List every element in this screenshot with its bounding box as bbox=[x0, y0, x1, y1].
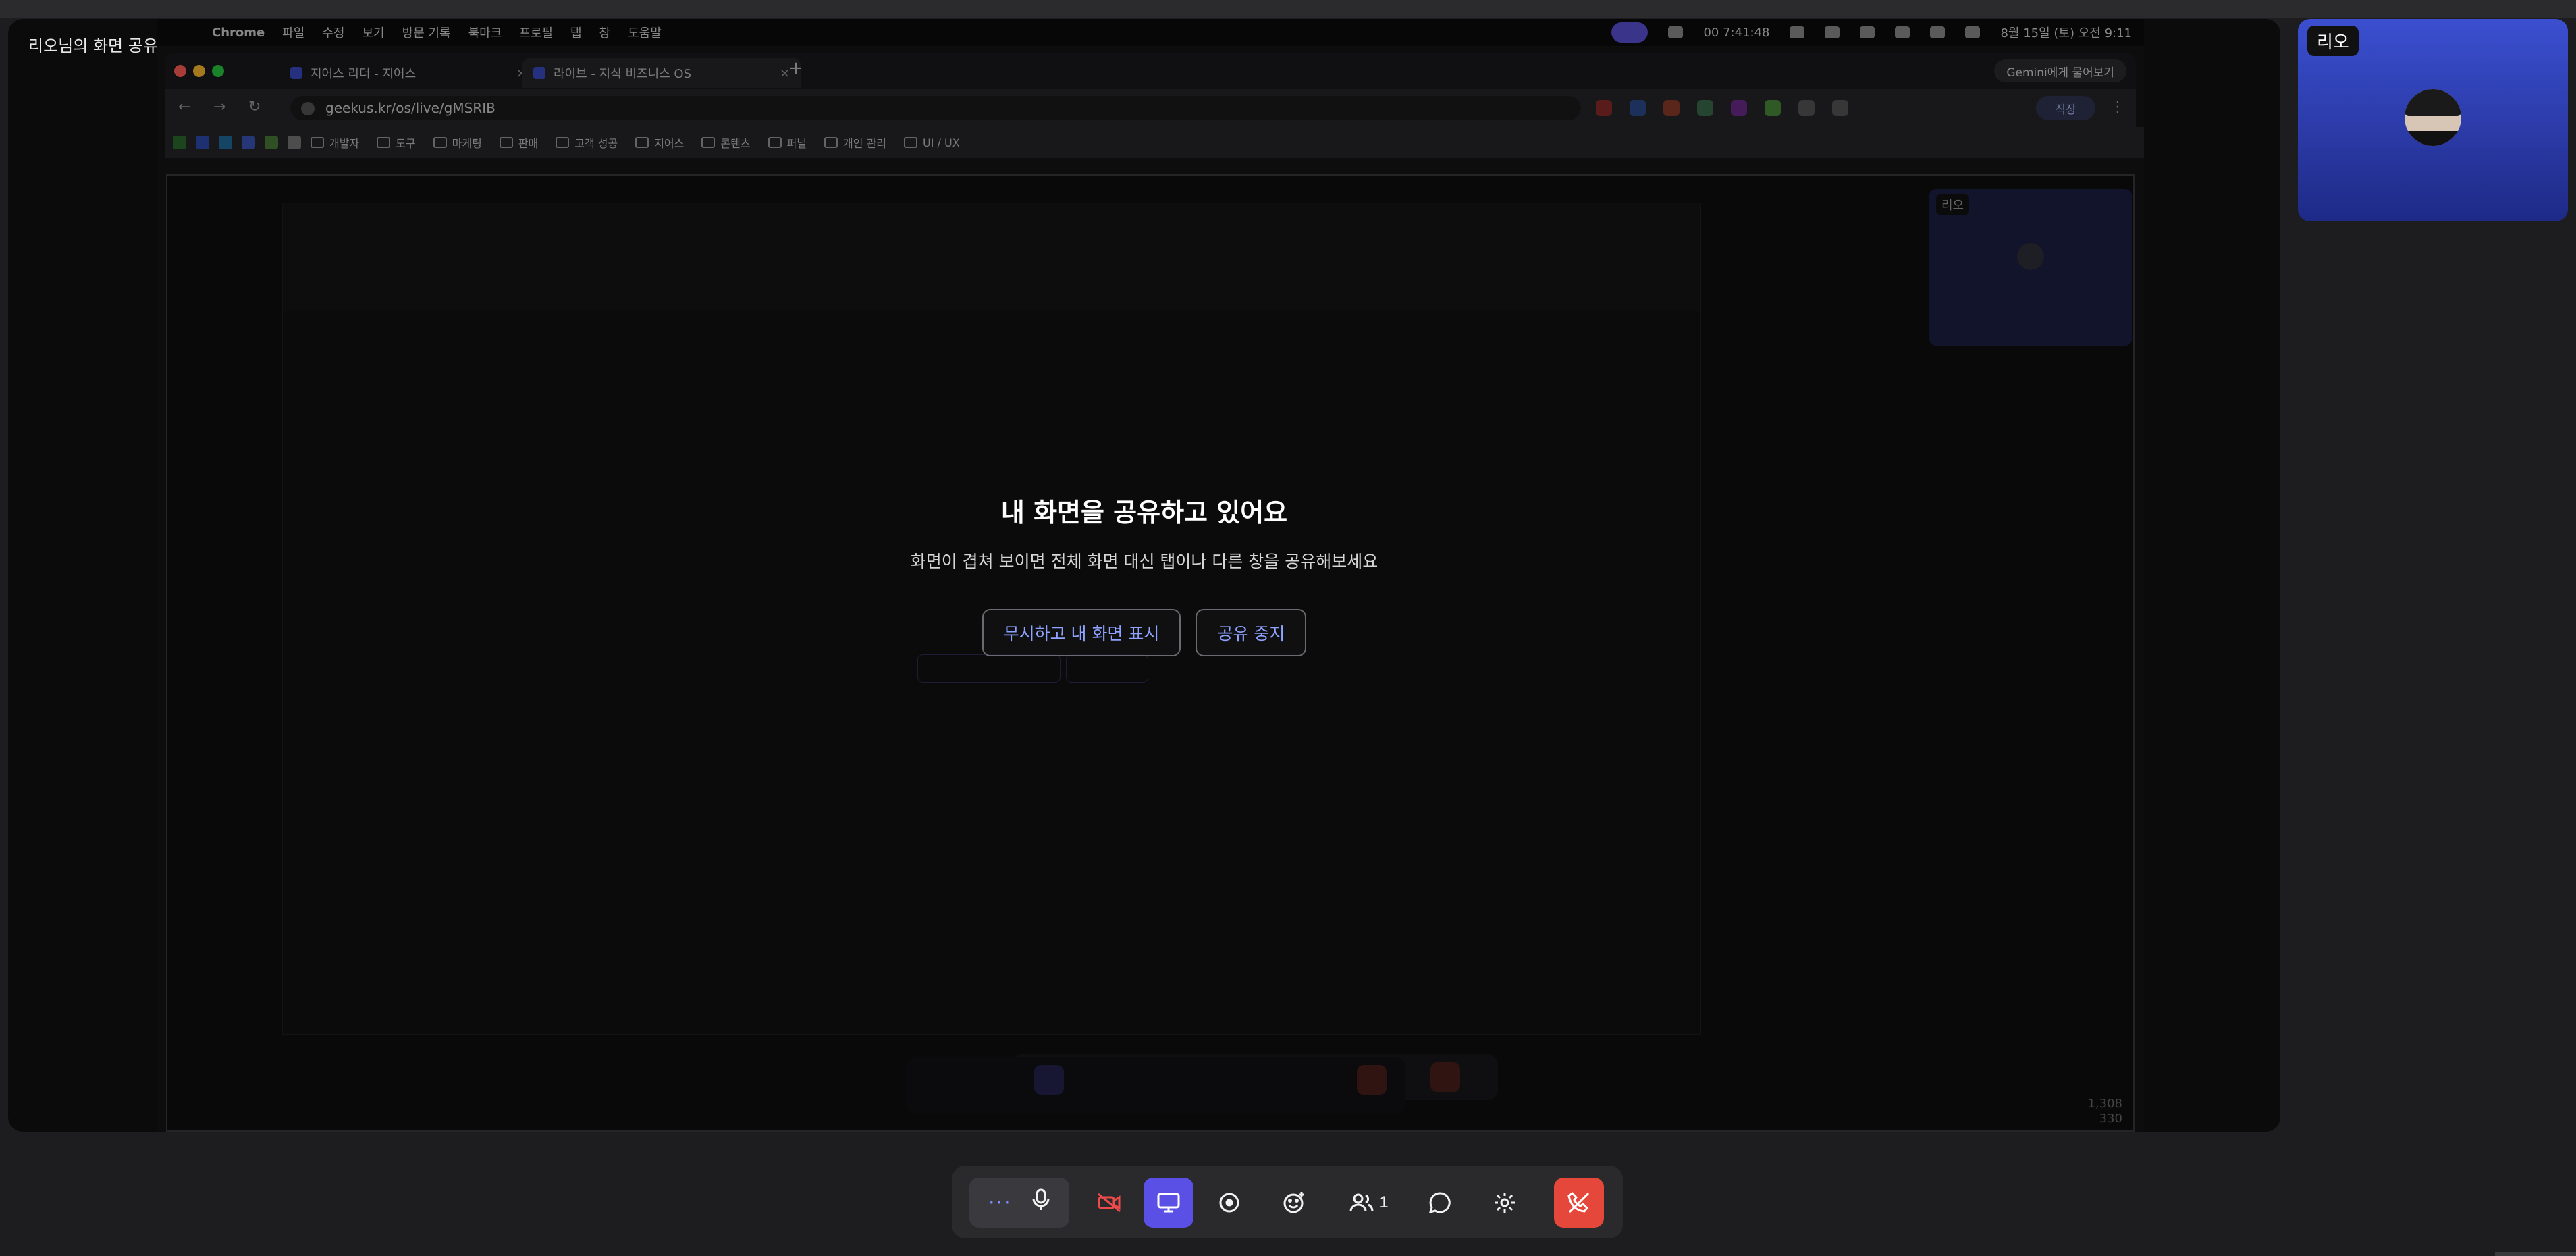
overlay-title: 내 화면을 공유하고 있어요 bbox=[1000, 498, 1288, 527]
record-button[interactable] bbox=[1204, 1178, 1254, 1228]
end-call-button[interactable] bbox=[1554, 1178, 1604, 1228]
avatar-hair bbox=[2405, 89, 2461, 116]
microphone-icon[interactable] bbox=[1031, 1188, 1051, 1217]
ignore-and-show-button[interactable]: 무시하고 내 화면 표시 bbox=[982, 609, 1181, 656]
people-icon bbox=[1349, 1193, 1374, 1212]
gear-icon bbox=[1495, 1193, 1515, 1213]
emoji-add-icon bbox=[1283, 1192, 1304, 1213]
overlay-buttons: 무시하고 내 화면 표시 공유 중지 bbox=[8, 609, 2280, 656]
avatar-shirt bbox=[2405, 131, 2461, 146]
screen-share-button[interactable] bbox=[1144, 1178, 1193, 1228]
monitor-icon bbox=[1157, 1193, 1180, 1213]
window-edge-handle bbox=[2495, 1252, 2576, 1256]
overlay-subtitle: 화면이 겹쳐 보이면 전체 화면 대신 탭이나 다른 창을 공유해보세요 bbox=[910, 552, 1378, 571]
phone-hangup-icon bbox=[1567, 1191, 1590, 1213]
stop-sharing-button[interactable]: 공유 중지 bbox=[1196, 609, 1307, 656]
chat-button[interactable] bbox=[1415, 1178, 1465, 1228]
camera-off-icon bbox=[1098, 1193, 1121, 1213]
participants-button[interactable]: 1 bbox=[1334, 1178, 1404, 1228]
top-strip bbox=[0, 0, 2576, 18]
participant-name-label: 리오 bbox=[2307, 26, 2359, 56]
avatar bbox=[2405, 89, 2461, 146]
share-owner-label: 리오님의 화면 공유 bbox=[28, 36, 158, 55]
call-toolbar: ··· 1 bbox=[952, 1166, 1623, 1238]
more-and-mic-group: ··· bbox=[969, 1178, 1069, 1228]
chat-icon bbox=[1428, 1192, 1451, 1214]
self-video-tile[interactable]: 리오 bbox=[2298, 19, 2568, 221]
more-icon[interactable]: ··· bbox=[988, 1191, 1012, 1215]
record-icon bbox=[1219, 1193, 1239, 1213]
settings-button[interactable] bbox=[1480, 1178, 1530, 1228]
overlay-dim bbox=[157, 19, 2144, 1132]
camera-off-button[interactable] bbox=[1084, 1178, 1134, 1228]
participants-count: 1 bbox=[1379, 1193, 1389, 1211]
shared-screen-stage: 리오님의 화면 공유 Chrome 파일 수정 보기 방문 기록 북마크 프로필… bbox=[8, 19, 2280, 1132]
reaction-button[interactable] bbox=[1269, 1178, 1319, 1228]
